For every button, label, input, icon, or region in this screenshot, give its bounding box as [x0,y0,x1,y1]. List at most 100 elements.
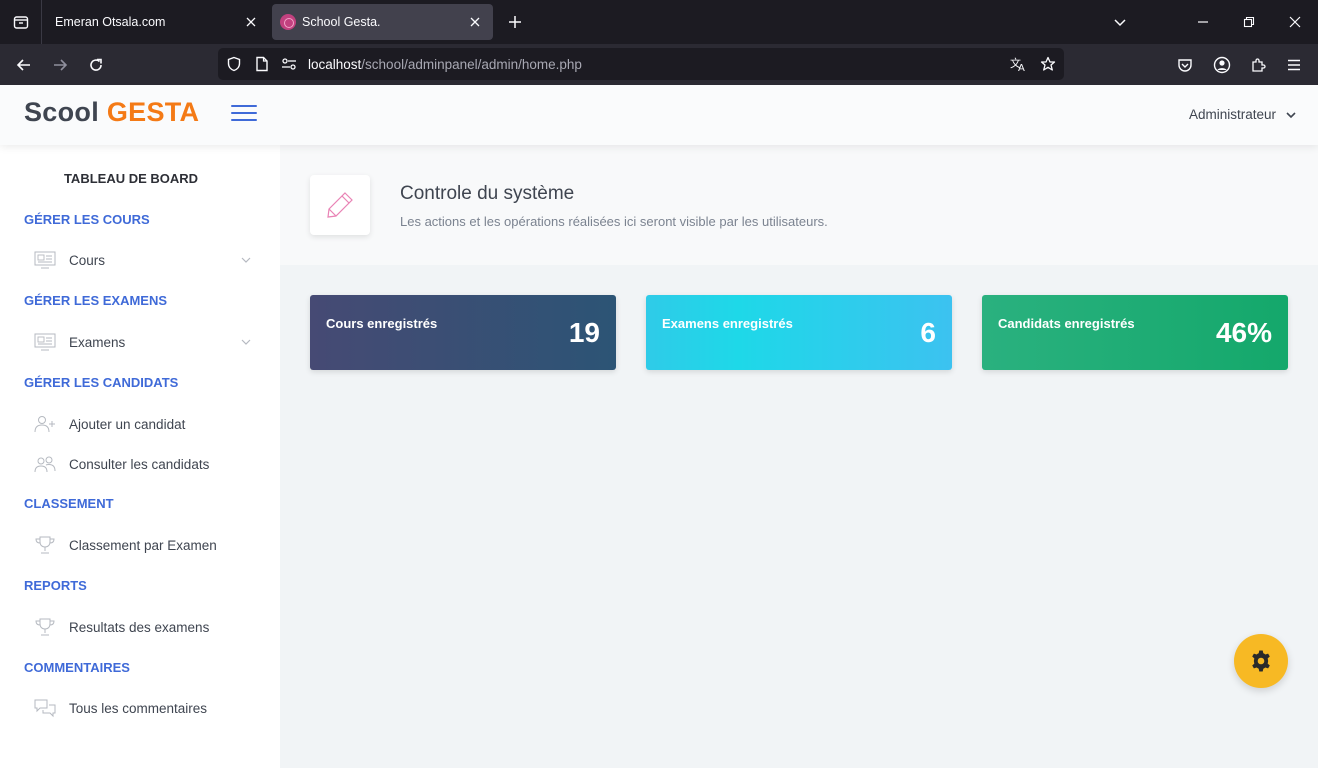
stat-card-candidats: Candidats enregistrés 46% [982,295,1288,370]
stat-card-examens: Examens enregistrés 6 [646,295,952,370]
svg-text:A: A [1018,63,1025,72]
user-menu[interactable]: Administrateur [1189,107,1296,122]
stat-value: 6 [920,317,936,348]
page-icon[interactable] [253,55,271,73]
logo[interactable]: Scool GESTA [24,97,199,128]
sidebar-item-label: Examens [69,334,126,350]
tab-close-button[interactable] [239,10,263,34]
stat-card-cours: Cours enregistrés 19 [310,295,616,370]
arrow-right-icon [54,59,68,71]
address-bar[interactable]: localhost/school/adminpanel/admin/home.p… [218,48,1064,80]
logo-main-text: Scool [24,97,100,127]
chevron-down-icon [236,257,256,263]
page-title: Controle du système [400,183,575,204]
menu-icon [1288,59,1300,71]
trophy-icon [24,611,69,643]
page-header: Controle du système Les actions et les o… [280,145,1318,265]
sidebar-item-ajouter-candidat[interactable]: Ajouter un candidat [24,408,256,440]
tab-list-button[interactable] [0,0,42,44]
minimize-button[interactable] [1191,10,1215,34]
hamburger-line [231,119,257,121]
main-content: Controle du système Les actions et les o… [280,145,1318,768]
user-label: Administrateur [1188,107,1276,122]
window-close-button[interactable] [1283,10,1307,34]
list-all-tabs-button[interactable] [1108,10,1132,34]
logo-accent-text: GESTA [106,97,200,127]
sidebar-item-tous-commentaires[interactable]: Tous les commentaires [24,692,256,724]
sidebar-item-consulter-candidats[interactable]: Consulter les candidats [24,448,256,480]
url-text: localhost/school/adminpanel/admin/home.p… [308,57,582,72]
reload-icon [90,58,102,71]
back-button[interactable] [11,52,37,78]
section-heading-candidats: GÉRER LES CANDIDATS [24,375,179,390]
page-icon-box [310,175,370,235]
puzzle-icon [1252,58,1266,72]
users-icon [24,448,69,480]
bookmark-star-icon[interactable] [1039,55,1057,73]
sidebar-item-label: Consulter les candidats [69,456,210,472]
app-header: Scool GESTA Administrateur [0,85,1318,145]
arrow-left-icon [16,59,30,71]
hamburger-line [231,105,257,107]
url-path: /school/adminpanel/admin/home.php [361,57,582,72]
minimize-icon [1198,21,1208,23]
restore-button[interactable] [1237,10,1261,34]
chevron-down-icon [236,339,256,345]
reload-button[interactable] [83,52,109,78]
account-button[interactable] [1209,52,1235,78]
section-heading-cours: GÉRER LES COURS [24,212,150,227]
stat-label: Candidats enregistrés [998,316,1135,331]
extensions-button[interactable] [1245,52,1271,78]
pocket-button[interactable] [1172,52,1198,78]
pencil-icon [327,192,353,218]
sidebar-item-resultats-examens[interactable]: Resultats des examens [24,611,256,643]
settings-button[interactable] [1234,634,1288,688]
site-permissions-icon[interactable] [280,55,298,73]
close-icon [1289,16,1301,28]
section-heading-reports: REPORTS [24,578,87,593]
chevron-down-icon [1114,19,1126,27]
sidebar-item-classement-examen[interactable]: Classement par Examen [24,529,256,561]
sidebar-toggle-button[interactable] [231,105,257,123]
sidebar-item-label: Resultats des examens [69,619,210,635]
monitor-icon [24,326,69,358]
tab-title: School Gesta. [302,15,381,29]
tab-school-gesta[interactable]: School Gesta. [272,4,493,40]
tab-close-button[interactable] [463,10,487,34]
tab-emeran-otsala[interactable]: Emeran Otsala.com [43,4,269,40]
plus-icon [509,16,521,28]
sidebar-item-label: Cours [69,252,106,268]
browser-tab-bar: Emeran Otsala.com School Gesta. [0,0,1318,44]
sidebar-item-label: Ajouter un candidat [69,416,186,432]
pocket-icon [1178,59,1192,72]
dashboard-title[interactable]: TABLEAU DE BOARD [0,171,262,186]
page-subtitle: Les actions et les opérations réalisées … [400,214,828,229]
sidebar-item-cours[interactable]: Cours [24,244,256,276]
sidebar-item-label: Classement par Examen [69,537,217,553]
restore-icon [1243,16,1255,28]
tab-list-icon [13,16,28,29]
trophy-icon [24,529,69,561]
browser-nav-bar: localhost/school/adminpanel/admin/home.p… [0,44,1318,85]
chevron-down-icon [1286,111,1296,118]
account-icon [1213,56,1231,74]
shield-icon[interactable] [225,55,243,73]
add-user-icon [24,408,69,440]
close-icon [246,17,256,27]
forward-button[interactable] [47,52,73,78]
favicon-icon [280,14,296,30]
section-heading-classement: CLASSEMENT [24,496,114,511]
sidebar-item-label: Tous les commentaires [69,700,208,716]
stat-label: Cours enregistrés [326,316,438,331]
sidebar-item-examens[interactable]: Examens [24,326,256,358]
new-tab-button[interactable] [503,10,527,34]
chat-icon [24,692,69,724]
app-menu-button[interactable] [1281,52,1307,78]
tab-title: Emeran Otsala.com [55,15,166,29]
stat-label: Examens enregistrés [662,316,793,331]
section-heading-commentaires: COMMENTAIRES [24,660,130,675]
gear-icon [1252,650,1270,672]
monitor-icon [24,244,69,276]
translate-icon[interactable]: 文A [1010,55,1028,73]
close-icon [470,17,480,27]
